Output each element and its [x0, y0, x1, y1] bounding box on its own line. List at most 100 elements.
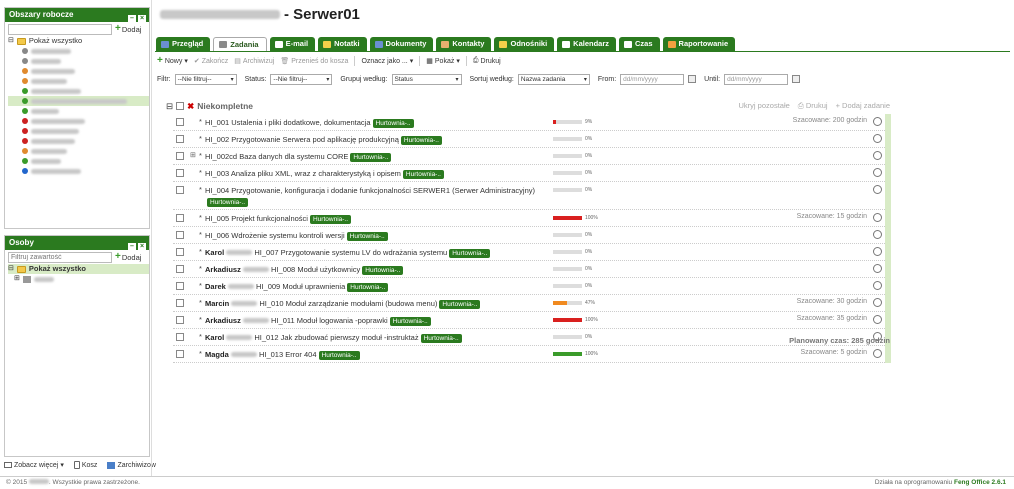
- tab-5[interactable]: Kontakty: [436, 37, 492, 51]
- task-checkbox[interactable]: [176, 316, 184, 324]
- task-title[interactable]: HI_004 Przygotowanie, konfiguracja i dod…: [205, 185, 555, 207]
- add-task-button[interactable]: + Dodaj zadanie: [836, 101, 890, 111]
- add-workspace-button[interactable]: + Dodaj: [115, 24, 141, 34]
- collapse-icon[interactable]: ⊟: [8, 264, 14, 274]
- task-row[interactable]: ⊞ * HI_002cd Baza danych dla systemu CORE H…: [173, 148, 885, 165]
- clock-icon[interactable]: [873, 349, 882, 358]
- new-button[interactable]: + Nowy ▾: [157, 56, 188, 66]
- task-row[interactable]: * Marcin HI_010 Moduł zarządzanie modułam…: [173, 295, 885, 312]
- tab-6[interactable]: Odnośniki: [494, 37, 555, 51]
- workspace-tag[interactable]: Hurtownia-..: [372, 119, 414, 128]
- move-to-trash-button[interactable]: 🗑 Przenieś do kosza: [280, 57, 348, 66]
- collapse-icon[interactable]: ⊟: [8, 36, 14, 46]
- group-by-select[interactable]: Status ▾: [391, 73, 462, 85]
- workspace-tag[interactable]: Hurtownia-..: [347, 283, 389, 292]
- tab-1[interactable]: Zadania: [213, 37, 267, 51]
- task-checkbox[interactable]: [176, 169, 184, 177]
- clock-icon[interactable]: [873, 230, 882, 239]
- mark-as-button[interactable]: Oznacz jako ... ▾: [361, 57, 413, 66]
- people-group-item[interactable]: ⊞: [8, 274, 149, 284]
- expand-icon[interactable]: ⊞: [190, 151, 197, 159]
- collapse-icon[interactable]: ⊟: [166, 101, 173, 112]
- task-title[interactable]: Arkadiusz HI_008 Moduł użytkownicy Hurtow…: [205, 264, 555, 275]
- workspace-item[interactable]: [8, 96, 149, 106]
- show-button[interactable]: ▦ Pokaż ▾: [426, 57, 460, 66]
- clock-icon[interactable]: [873, 213, 882, 222]
- workspace-tag[interactable]: Hurtownia-..: [350, 153, 392, 162]
- complete-button[interactable]: ✔ Zakończ: [194, 57, 228, 66]
- group-print-button[interactable]: ⎙ Drukuj: [798, 101, 828, 111]
- task-title[interactable]: Marcin HI_010 Moduł zarządzanie modułami…: [205, 298, 555, 309]
- print-button[interactable]: ⎙ Drukuj: [473, 57, 501, 65]
- see-more-button[interactable]: Zobacz więcej ▾: [4, 461, 64, 469]
- task-checkbox[interactable]: [176, 299, 184, 307]
- clock-icon[interactable]: [873, 134, 882, 143]
- task-checkbox[interactable]: [176, 135, 184, 143]
- workspace-item[interactable]: [8, 156, 149, 166]
- task-checkbox[interactable]: [176, 333, 184, 341]
- workspace-tag[interactable]: Hurtownia-..: [309, 215, 352, 224]
- task-title[interactable]: HI_003 Analiza pliku XML, wraz z charakt…: [205, 168, 555, 179]
- trash-button[interactable]: Kosz: [73, 461, 97, 469]
- task-row[interactable]: * HI_005 Projekt funkcjonalności Hurtownia…: [173, 210, 885, 227]
- people-filter-input[interactable]: [8, 251, 112, 263]
- tab-0[interactable]: Przegląd: [156, 37, 211, 51]
- task-row[interactable]: * Magda HI_013 Error 404 Hurtownia-.. 100% S…: [173, 346, 885, 363]
- tab-3[interactable]: Notatki: [318, 37, 367, 51]
- task-row[interactable]: * Arkadiusz HI_008 Moduł użytkownicy Hurto…: [173, 261, 885, 278]
- workspace-item[interactable]: [8, 126, 149, 136]
- feng-office-link[interactable]: Feng Office 2.6.1: [954, 479, 1006, 486]
- workspace-tag[interactable]: Hurtownia-..: [420, 334, 462, 343]
- workspace-tag[interactable]: Hurtownia-..: [207, 198, 249, 207]
- clock-icon[interactable]: [873, 281, 882, 290]
- clock-icon[interactable]: [873, 315, 882, 324]
- clock-icon[interactable]: [873, 151, 882, 160]
- calendar-icon[interactable]: [688, 75, 697, 83]
- workspace-tag[interactable]: Hurtownia-..: [400, 136, 442, 145]
- task-title[interactable]: Arkadiusz HI_011 Moduł logowania -popraw…: [205, 315, 555, 326]
- expand-icon[interactable]: ⊞: [14, 274, 20, 284]
- workspaces-show-all[interactable]: ⊟ Pokaż wszystko: [8, 36, 149, 46]
- workspace-item[interactable]: [8, 86, 149, 96]
- minimize-icon[interactable]: –: [128, 15, 136, 23]
- task-row[interactable]: * HI_006 Wdrożenie systemu kontroli wersj…: [173, 227, 885, 244]
- task-checkbox[interactable]: [176, 231, 184, 239]
- task-title[interactable]: Magda HI_013 Error 404 Hurtownia-..: [205, 349, 555, 360]
- task-row[interactable]: * Darek HI_009 Moduł uprawnienia Hurtownia…: [173, 278, 885, 295]
- workspace-tag[interactable]: Hurtownia-..: [362, 266, 404, 275]
- clock-icon[interactable]: [873, 117, 882, 126]
- calendar-icon[interactable]: [792, 75, 801, 83]
- task-checkbox[interactable]: [176, 214, 184, 222]
- workspace-tag[interactable]: Hurtownia-..: [402, 170, 444, 179]
- task-checkbox[interactable]: [176, 248, 184, 256]
- clock-icon[interactable]: [873, 298, 882, 307]
- task-row[interactable]: * Arkadiusz HI_011 Moduł logowania -popra…: [173, 312, 885, 329]
- workspace-item[interactable]: [8, 56, 149, 66]
- tab-7[interactable]: Kalendarz: [557, 37, 617, 51]
- clock-icon[interactable]: [873, 168, 882, 177]
- workspace-item[interactable]: [8, 46, 149, 56]
- until-date-input[interactable]: dd/mm/yyyy: [724, 73, 789, 85]
- tab-2[interactable]: E-mail: [269, 37, 316, 51]
- hide-others-link[interactable]: Ukryj pozostałe: [739, 101, 790, 111]
- select-all-checkbox[interactable]: [176, 102, 185, 110]
- archive-button[interactable]: ▤ Archiwizuj: [234, 57, 274, 66]
- workspace-tag[interactable]: Hurtownia-..: [346, 232, 388, 241]
- archived-button[interactable]: Zarchiwizow: [107, 461, 156, 469]
- task-row[interactable]: * Karol HI_007 Przygotowanie systemu LV d…: [173, 244, 885, 261]
- people-show-all[interactable]: ⊟ Pokaż wszystko: [8, 264, 149, 274]
- task-checkbox[interactable]: [176, 350, 184, 358]
- task-checkbox[interactable]: [176, 265, 184, 273]
- task-title[interactable]: HI_002cd Baza danych dla systemu CORE Hur…: [205, 151, 555, 162]
- workspace-item[interactable]: [8, 166, 149, 176]
- panel-splitter[interactable]: [151, 0, 152, 476]
- close-icon[interactable]: ×: [138, 243, 146, 251]
- close-icon[interactable]: ×: [138, 15, 146, 23]
- task-row[interactable]: * HI_003 Analiza pliku XML, wraz z charak…: [173, 165, 885, 182]
- workspace-item[interactable]: [8, 116, 149, 126]
- clock-icon[interactable]: [873, 247, 882, 256]
- workspace-tag[interactable]: Hurtownia-..: [389, 317, 431, 326]
- clock-icon[interactable]: [873, 185, 882, 194]
- workspace-item[interactable]: [8, 66, 149, 76]
- filter-select[interactable]: --Nie filtruj-- ▾: [174, 73, 237, 85]
